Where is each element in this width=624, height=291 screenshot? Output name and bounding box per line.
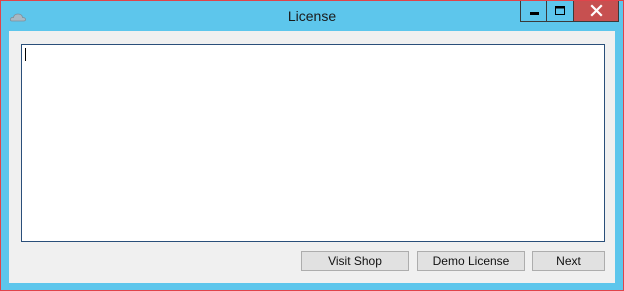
text-caret bbox=[25, 48, 26, 61]
demo-license-button[interactable]: Demo License bbox=[417, 251, 525, 271]
next-button[interactable]: Next bbox=[532, 251, 605, 271]
title-bar[interactable]: License bbox=[1, 1, 623, 31]
license-textbox[interactable] bbox=[21, 44, 605, 242]
close-button[interactable] bbox=[574, 1, 619, 22]
license-window: License Visit Shop Demo License Next bbox=[0, 0, 624, 291]
maximize-icon bbox=[555, 6, 565, 15]
minimize-icon bbox=[530, 12, 539, 15]
close-icon bbox=[590, 4, 603, 17]
maximize-button[interactable] bbox=[547, 1, 574, 22]
visit-shop-button[interactable]: Visit Shop bbox=[301, 251, 409, 271]
minimize-button[interactable] bbox=[520, 1, 547, 22]
client-area: Visit Shop Demo License Next bbox=[9, 31, 615, 283]
